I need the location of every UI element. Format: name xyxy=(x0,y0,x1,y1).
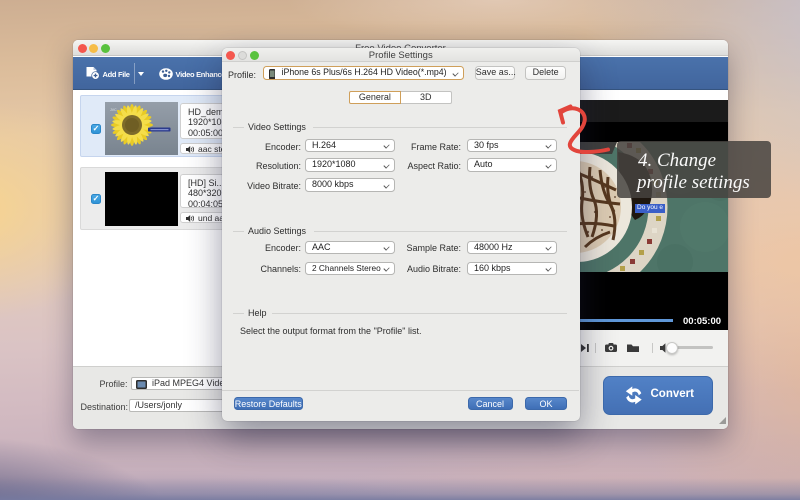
svg-text:JVC: JVC xyxy=(110,108,117,112)
